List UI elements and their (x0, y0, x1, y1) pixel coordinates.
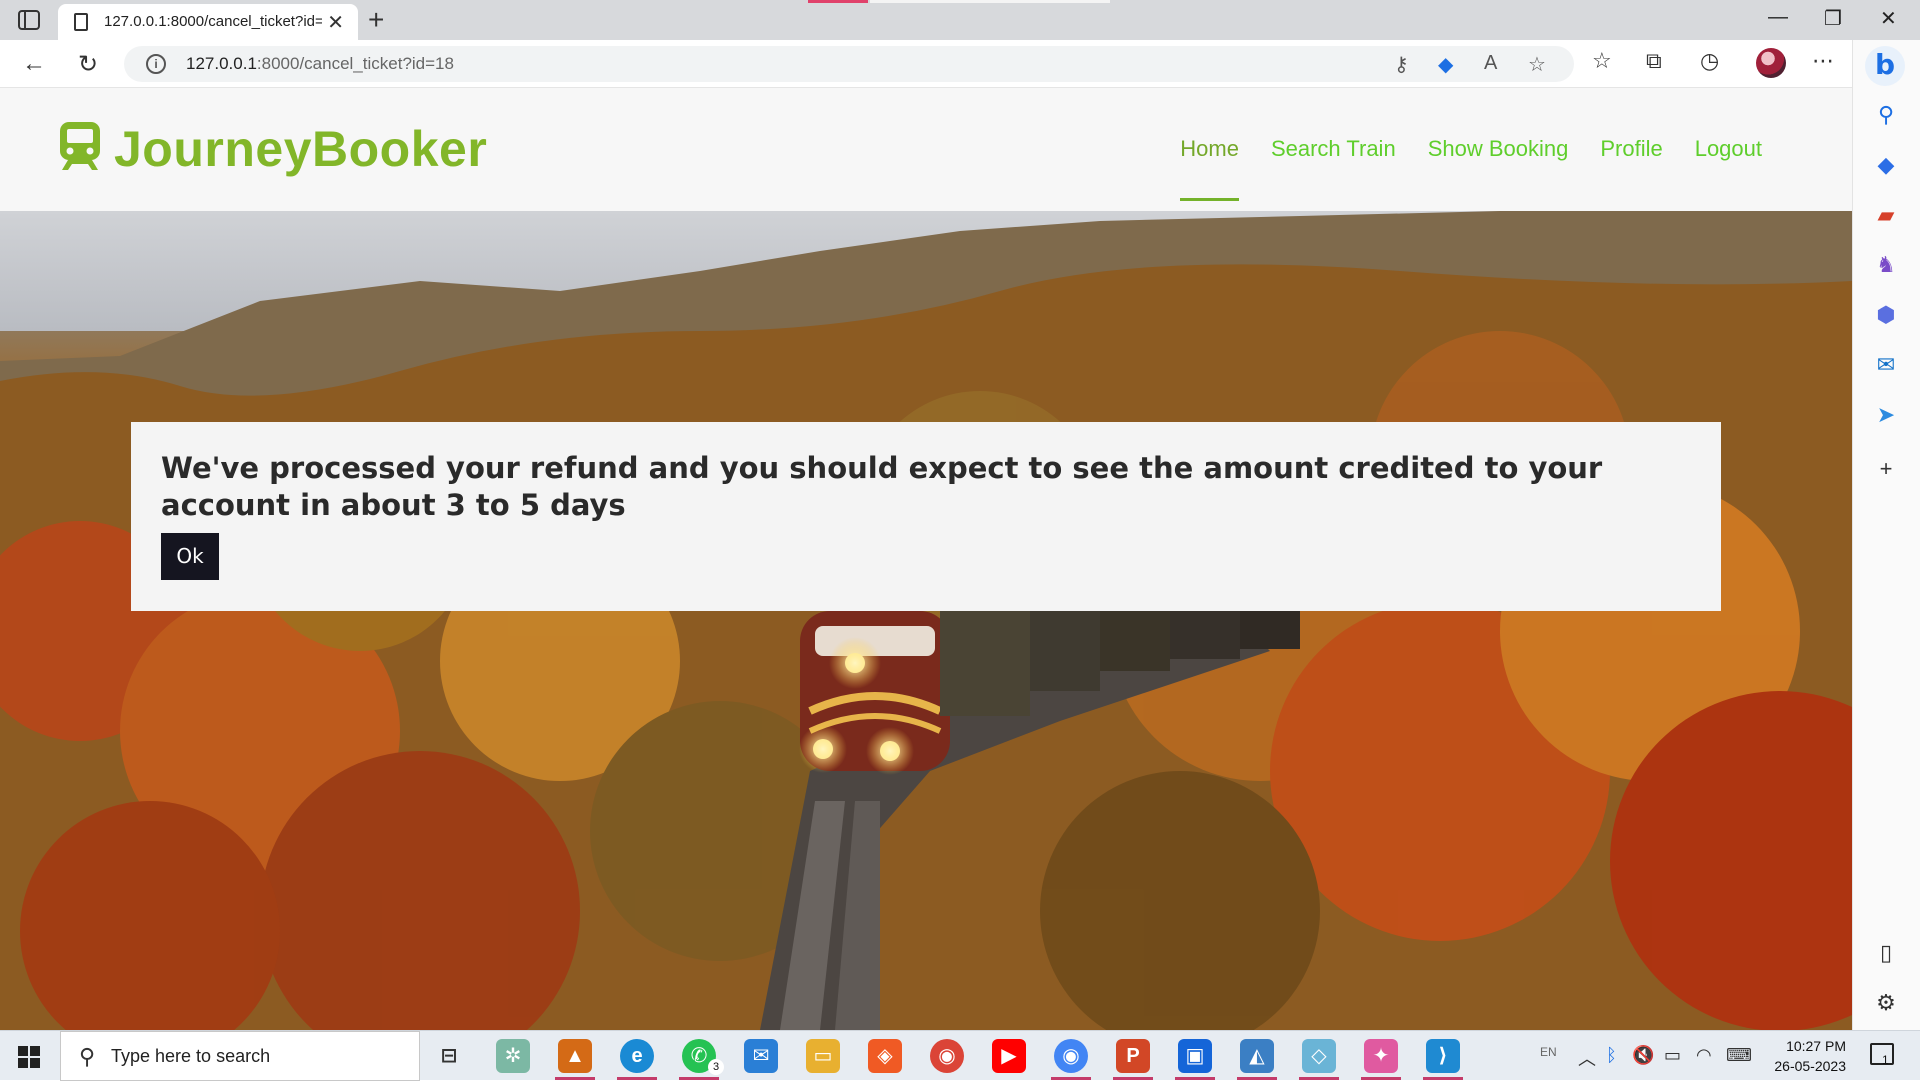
history-icon[interactable]: ◷ (1700, 48, 1719, 74)
add-favorite-icon[interactable]: ☆ (1528, 52, 1546, 77)
restore-icon[interactable]: ❐ (1824, 6, 1842, 31)
close-window-icon[interactable]: ✕ (1880, 6, 1897, 31)
search-placeholder: Type here to search (111, 1046, 271, 1066)
file-explorer-icon[interactable]: ▭ (806, 1039, 840, 1073)
tab-actions-icon[interactable] (18, 10, 40, 30)
window-accent-strip (808, 0, 868, 3)
edge-sidebar: b ⚲ ◆ ▰ ♞ ⬢ ✉ ➤ + ▯ ⚙ (1852, 40, 1920, 1030)
brave-browser-icon[interactable]: ◈ (868, 1039, 902, 1073)
url-path: :8000/cancel_ticket?id=18 (256, 54, 454, 73)
youtube-icon[interactable]: ▶ (992, 1039, 1026, 1073)
dev-app-icon[interactable]: ▣ (1178, 1039, 1212, 1073)
system-clock[interactable]: 10:27 PM 26-05-2023 (1768, 1036, 1846, 1076)
whatsapp-badge: 3 (708, 1059, 724, 1075)
search-icon[interactable]: ⚲ (1873, 102, 1899, 128)
nav-profile[interactable]: Profile (1600, 136, 1662, 162)
nav-search-train[interactable]: Search Train (1271, 136, 1396, 162)
bing-chat-icon[interactable]: b (1865, 46, 1905, 86)
nav-logout[interactable]: Logout (1695, 136, 1762, 162)
active-nav-indicator (1180, 198, 1239, 201)
browser-tab-bar: 127.0.0.1:8000/cancel_ticket?id=1 ✕ + — … (0, 0, 1920, 40)
browser-tab[interactable]: 127.0.0.1:8000/cancel_ticket?id=1 ✕ (58, 4, 358, 40)
notification-count: 1 (1882, 1053, 1889, 1067)
mail-icon[interactable]: ✉ (744, 1039, 778, 1073)
photos-icon[interactable]: ◭ (1240, 1039, 1274, 1073)
language-indicator[interactable]: EN (1540, 1045, 1557, 1059)
refund-message-dialog: We've processed your refund and you shou… (131, 422, 1721, 611)
refund-message: We've processed your refund and you shou… (161, 451, 1603, 522)
refresh-icon[interactable]: ↻ (78, 50, 98, 79)
search-icon: ⚲ (79, 1044, 96, 1069)
notes-app-icon[interactable]: ◇ (1302, 1039, 1336, 1073)
window-accent-strip-gray (870, 0, 1110, 3)
url-field[interactable]: i 127.0.0.1:8000/cancel_ticket?id=18 ⚷ ◆… (124, 46, 1574, 82)
shopping-tag-icon[interactable]: ◆ (1438, 52, 1453, 77)
task-view-icon[interactable]: ⊟ (432, 1039, 466, 1073)
edge-browser-icon[interactable]: e (620, 1039, 654, 1073)
show-hidden-icons-chevron-icon[interactable]: ︿ (1578, 1045, 1596, 1071)
url-host: 127.0.0.1 (186, 54, 257, 73)
powerpoint-icon[interactable]: P (1116, 1039, 1150, 1073)
chrome-icon[interactable]: ◉ (930, 1039, 964, 1073)
windows-start-icon[interactable] (18, 1046, 40, 1068)
notification-center-icon[interactable]: 1 (1870, 1043, 1894, 1067)
page-icon (74, 13, 88, 31)
vscode-icon[interactable]: ⟩ (1426, 1039, 1460, 1073)
clock-time: 10:27 PM (1786, 1038, 1846, 1054)
autumn-train-illustration (0, 211, 1852, 1030)
settings-gear-icon[interactable]: ⚙ (1873, 990, 1899, 1016)
drop-icon[interactable]: ➤ (1873, 402, 1899, 428)
add-sidebar-app-icon[interactable]: + (1873, 456, 1899, 482)
volume-muted-icon[interactable]: 🔇 (1632, 1045, 1654, 1066)
shopping-icon[interactable]: ◆ (1873, 152, 1899, 178)
ok-button[interactable]: Ok (161, 533, 219, 580)
bluetooth-icon[interactable]: ᛒ (1606, 1045, 1617, 1066)
tab-close-icon[interactable]: ✕ (327, 10, 344, 35)
key-icon[interactable]: ⚷ (1394, 52, 1409, 77)
address-bar-row: ← ↻ i 127.0.0.1:8000/cancel_ticket?id=18… (0, 40, 1920, 88)
site-header: JourneyBooker Home Search Train Show Boo… (0, 88, 1852, 211)
nav-home-label: Home (1180, 136, 1239, 161)
minimize-icon[interactable]: — (1768, 6, 1788, 29)
wifi-icon[interactable]: ◠ (1696, 1045, 1712, 1066)
design-app-icon[interactable]: ✦ (1364, 1039, 1398, 1073)
site-info-icon[interactable]: i (146, 54, 166, 74)
taskbar-search-box[interactable]: ⚲ Type here to search (60, 1031, 420, 1081)
windows-taskbar: ⚲ Type here to search ⊟ ✲ ▲ e ✆ 3 ✉ ▭ ◈ … (0, 1030, 1920, 1081)
more-options-icon[interactable]: ⋯ (1812, 48, 1834, 74)
hero-background-image: We've processed your refund and you shou… (0, 211, 1852, 1030)
nav-home[interactable]: Home (1180, 136, 1239, 201)
favorites-icon[interactable]: ☆ (1592, 48, 1612, 74)
train-icon (60, 122, 100, 170)
back-arrow-icon[interactable]: ← (22, 50, 46, 78)
games-icon[interactable]: ♞ (1873, 252, 1899, 278)
microsoft365-icon[interactable]: ⬢ (1873, 302, 1899, 328)
outlook-icon[interactable]: ✉ (1873, 352, 1899, 378)
url-text: 127.0.0.1:8000/cancel_ticket?id=18 (186, 54, 454, 74)
battery-icon[interactable]: ▭ (1664, 1045, 1681, 1066)
keyboard-icon[interactable]: ⌨ (1726, 1045, 1752, 1066)
tab-title: 127.0.0.1:8000/cancel_ticket?id=1 (104, 13, 322, 30)
clock-date: 26-05-2023 (1774, 1058, 1846, 1074)
sidebar-toggle-icon[interactable]: ▯ (1873, 940, 1899, 966)
nav-show-booking[interactable]: Show Booking (1428, 136, 1569, 162)
tools-icon[interactable]: ▰ (1873, 202, 1899, 228)
collections-icon[interactable]: ⧉ (1646, 48, 1662, 74)
profile-avatar[interactable] (1756, 48, 1786, 78)
chatgpt-icon[interactable]: ✲ (496, 1039, 530, 1073)
chrome-profile-icon[interactable]: ◉ (1054, 1039, 1088, 1073)
main-nav: Home Search Train Show Booking Profile L… (1148, 136, 1762, 201)
read-aloud-icon[interactable]: A (1484, 52, 1497, 75)
page-viewport: JourneyBooker Home Search Train Show Boo… (0, 88, 1852, 1030)
brand-name: JourneyBooker (114, 121, 488, 177)
new-tab-icon[interactable]: + (368, 4, 384, 36)
tool-app-icon[interactable]: ▲ (558, 1039, 592, 1073)
